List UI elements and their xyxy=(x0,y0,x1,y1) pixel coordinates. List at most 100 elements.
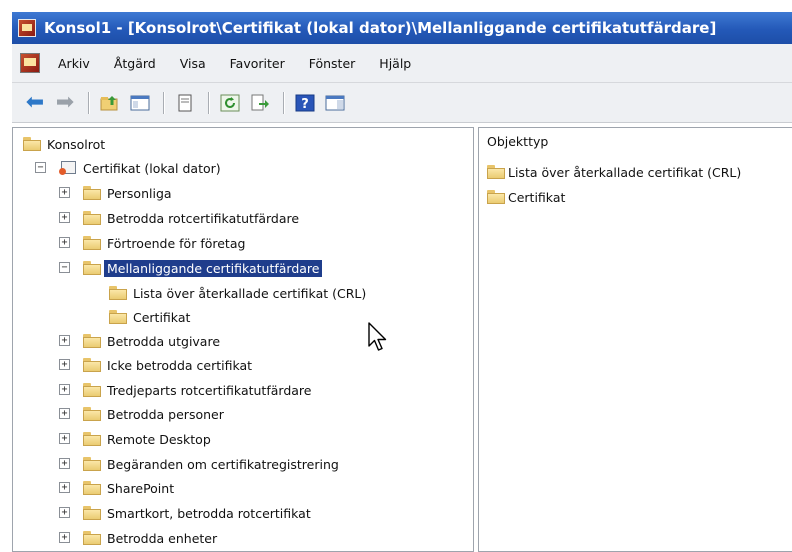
tree-item-label: Certifikat xyxy=(133,309,191,325)
folder-icon xyxy=(83,481,101,495)
window-title: Konsol1 - [Konsolrot\Certifikat (lokal d… xyxy=(44,19,717,37)
tree-item-smartkort[interactable]: + Smartkort, betrodda rotcertifikat xyxy=(59,501,311,525)
expand-toggle[interactable]: + xyxy=(59,433,70,444)
tree-item-certifikat[interactable]: Certifikat xyxy=(109,305,190,329)
expand-toggle[interactable]: + xyxy=(59,532,70,543)
tree-item-sharepoint[interactable]: + SharePoint xyxy=(59,476,175,500)
folder-icon xyxy=(109,310,127,324)
expand-toggle[interactable]: + xyxy=(59,482,70,493)
tree-item-label: Begäranden om certifikatregistrering xyxy=(107,456,339,472)
tree-item-konsolrot[interactable]: Konsolrot xyxy=(23,132,105,156)
properties-icon[interactable] xyxy=(174,92,196,114)
export-list-icon[interactable] xyxy=(249,92,271,114)
tree-item-label: Lista över återkallade certifikat (CRL) xyxy=(133,285,367,301)
expand-toggle[interactable]: + xyxy=(59,212,70,223)
tree-item-remote-desktop[interactable]: + Remote Desktop xyxy=(59,427,211,451)
folder-icon xyxy=(83,261,101,275)
expand-toggle[interactable]: + xyxy=(59,458,70,469)
tree-item-label: Betrodda enheter xyxy=(107,530,218,546)
expand-toggle[interactable]: + xyxy=(59,384,70,395)
folder-icon xyxy=(23,137,41,151)
expand-toggle[interactable]: + xyxy=(59,359,70,370)
title-bar[interactable]: Konsol1 - [Konsolrot\Certifikat (lokal d… xyxy=(12,12,792,44)
folder-icon xyxy=(83,407,101,421)
tree-item-mellanliggande-certifikatutfardare[interactable]: − Mellanliggande certifikatutfärdare xyxy=(59,256,323,280)
help-icon[interactable]: ? xyxy=(294,92,316,114)
tree-item-tredjeparts-rotcertifikatutfardare[interactable]: + Tredjeparts rotcertifikatutfärdare xyxy=(59,378,312,402)
folder-icon xyxy=(83,334,101,348)
menu-bar: Arkiv Åtgärd Visa Favoriter Fönster Hjäl… xyxy=(12,44,792,83)
mouse-cursor-icon xyxy=(368,322,387,351)
tree-item-label: Smartkort, betrodda rotcertifikat xyxy=(107,505,311,521)
toolbar-separator xyxy=(163,91,164,114)
tree-item-label: Icke betrodda certifikat xyxy=(107,357,253,373)
tree-item-label: Personliga xyxy=(107,185,172,201)
list-item-label: Lista över återkallade certifikat (CRL) xyxy=(508,164,742,180)
refresh-icon[interactable] xyxy=(219,92,241,114)
expand-toggle[interactable]: + xyxy=(59,408,70,419)
tree-item-label: Konsolrot xyxy=(47,136,106,152)
tree-item-label: SharePoint xyxy=(107,480,175,496)
tree-item-personliga[interactable]: + Personliga xyxy=(59,181,172,205)
toolbar: ⬅ ➡ ? xyxy=(12,83,792,123)
tree-item-label: Certifikat (lokal dator) xyxy=(83,160,221,176)
list-item[interactable]: Certifikat xyxy=(487,185,565,209)
tree-item-label: Betrodda utgivare xyxy=(107,333,221,349)
column-header-objekttyp[interactable]: Objekttyp xyxy=(479,134,792,152)
toolbar-separator xyxy=(88,91,89,114)
folder-icon xyxy=(83,383,101,397)
collapse-toggle[interactable]: − xyxy=(35,162,46,173)
show-hide-tree-icon[interactable] xyxy=(129,92,151,114)
folder-icon xyxy=(83,432,101,446)
tree-item-betrodda-utgivare[interactable]: + Betrodda utgivare xyxy=(59,329,221,353)
action-pane-icon[interactable] xyxy=(324,92,346,114)
toolbar-separator xyxy=(283,91,284,114)
forward-arrow-icon[interactable]: ➡ xyxy=(54,91,76,114)
collapse-toggle[interactable]: − xyxy=(59,262,70,273)
up-folder-icon[interactable] xyxy=(99,92,121,114)
list-item[interactable]: Lista över återkallade certifikat (CRL) xyxy=(487,160,741,184)
folder-icon xyxy=(83,506,101,520)
tree-item-betrodda-rotcertifikatutfardare[interactable]: + Betrodda rotcertifikatutfärdare xyxy=(59,206,300,230)
expand-toggle[interactable]: + xyxy=(59,507,70,518)
console-tree-pane[interactable]: Konsolrot − Certifikat (lokal dator) + P… xyxy=(12,127,474,552)
folder-icon xyxy=(487,190,505,204)
tree-item-certifikat-lokal-dator[interactable]: − Certifikat (lokal dator) xyxy=(35,156,221,180)
mmc-app-icon[interactable] xyxy=(18,19,36,37)
folder-icon xyxy=(83,236,101,250)
tree-item-label: Mellanliggande certifikatutfärdare xyxy=(104,259,323,277)
console-menu-icon[interactable] xyxy=(20,53,40,73)
folder-icon xyxy=(83,186,101,200)
toolbar-separator xyxy=(208,91,209,114)
folder-icon xyxy=(109,286,127,300)
tree-item-label: Betrodda personer xyxy=(107,406,224,422)
tree-item-icke-betrodda-certifikat[interactable]: + Icke betrodda certifikat xyxy=(59,353,253,377)
details-pane[interactable]: Objekttyp Lista över återkallade certifi… xyxy=(478,127,792,552)
folder-icon xyxy=(487,165,505,179)
folder-icon xyxy=(83,358,101,372)
menu-visa[interactable]: Visa xyxy=(168,56,218,71)
menu-hjalp[interactable]: Hjälp xyxy=(367,56,423,71)
menu-atgard[interactable]: Åtgärd xyxy=(102,56,168,71)
expand-toggle[interactable]: + xyxy=(59,237,70,248)
folder-icon xyxy=(83,531,101,545)
menu-fonster[interactable]: Fönster xyxy=(297,56,368,71)
tree-item-betrodda-personer[interactable]: + Betrodda personer xyxy=(59,402,224,426)
tree-item-betrodda-enheter[interactable]: + Betrodda enheter xyxy=(59,526,218,550)
tree-item-fortroende-for-foretag[interactable]: + Förtroende för företag xyxy=(59,231,245,255)
svg-text:?: ? xyxy=(301,97,309,112)
expand-toggle[interactable]: + xyxy=(59,187,70,198)
tree-item-crl[interactable]: Lista över återkallade certifikat (CRL) xyxy=(109,281,366,305)
list-item-label: Certifikat xyxy=(508,189,566,205)
tree-item-label: Remote Desktop xyxy=(107,431,211,447)
certificate-store-icon xyxy=(59,160,77,176)
folder-icon xyxy=(83,211,101,225)
expand-toggle[interactable]: + xyxy=(59,335,70,346)
tree-item-begaranden-om-certifikatregistrering[interactable]: + Begäranden om certifikatregistrering xyxy=(59,452,339,476)
tree-item-label: Tredjeparts rotcertifikatutfärdare xyxy=(107,382,312,398)
back-arrow-icon[interactable]: ⬅ xyxy=(24,91,46,114)
tree-item-label: Betrodda rotcertifikatutfärdare xyxy=(107,210,300,226)
menu-favoriter[interactable]: Favoriter xyxy=(218,56,297,71)
menu-arkiv[interactable]: Arkiv xyxy=(46,56,102,71)
folder-icon xyxy=(83,457,101,471)
